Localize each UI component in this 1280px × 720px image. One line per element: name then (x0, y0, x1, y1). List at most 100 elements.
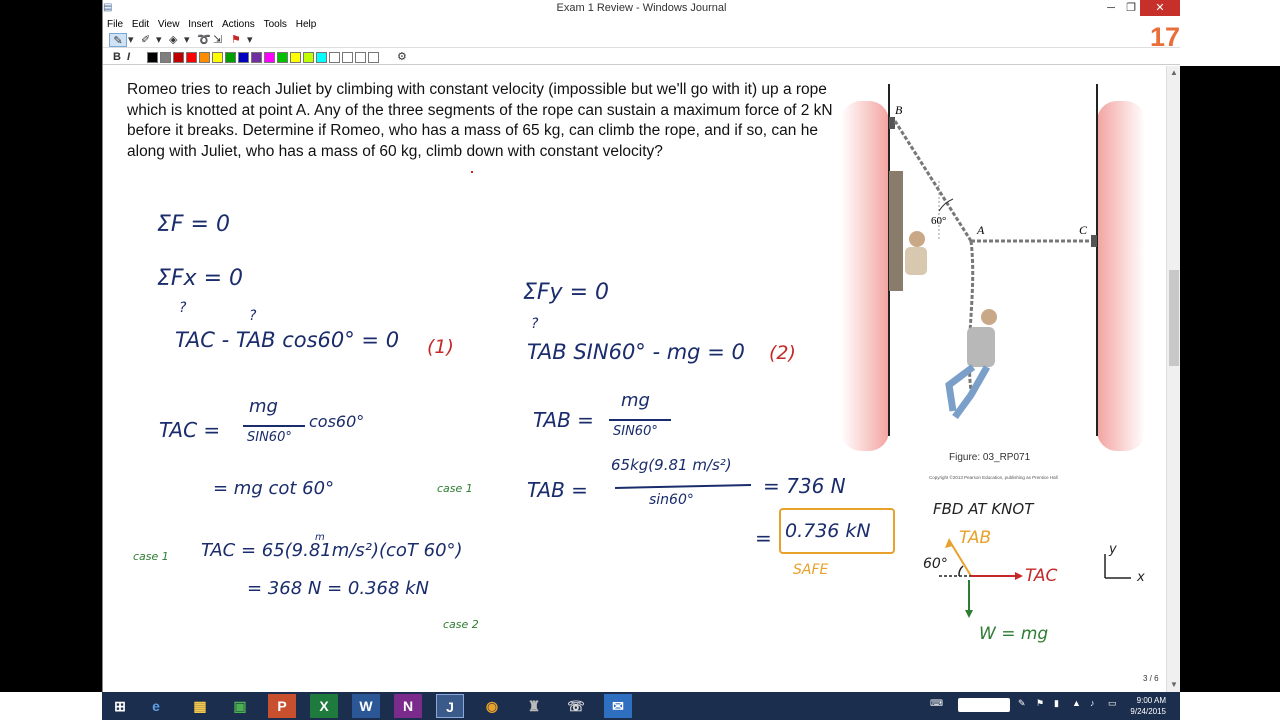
color-swatch[interactable] (290, 52, 301, 63)
pen-settings-icon[interactable]: ⚙ (397, 50, 407, 64)
case-2-label: case 2 (443, 618, 479, 631)
flag-dropdown-icon[interactable]: ▾ (247, 33, 255, 47)
chrome-icon[interactable]: ◉ (478, 694, 506, 718)
fbd-weight-label: W = mg (979, 624, 1049, 644)
pen-tool-icon[interactable]: ✎ (109, 33, 127, 47)
highlighter-tool-icon[interactable]: ✐ (141, 33, 155, 47)
color-swatch[interactable] (355, 52, 366, 63)
menu-help[interactable]: Help (296, 18, 317, 32)
flag-tray-icon[interactable]: ⚑ (1036, 698, 1044, 709)
phone-app-icon[interactable]: ☏ (562, 694, 590, 718)
color-swatch[interactable] (160, 52, 171, 63)
equation-2: TAB SIN60° - mg = 0 (527, 340, 745, 364)
page-number-badge: 17 (1149, 22, 1180, 52)
close-button[interactable]: ✕ (1140, 0, 1180, 16)
color-swatch[interactable] (186, 52, 197, 63)
figure-copyright: Copyright ©2013 Pearson Education, publi… (929, 475, 1058, 480)
powerpoint-icon[interactable]: P (268, 694, 296, 718)
journal-window: ▤ Exam 1 Review - Windows Journal ─ ❐ ✕ … (102, 0, 1180, 692)
color-swatch[interactable] (316, 52, 327, 63)
sum-fx-zero: ΣFx = 0 (157, 266, 243, 291)
color-swatch[interactable] (368, 52, 379, 63)
flag-icon[interactable]: ⚑ (231, 33, 245, 47)
color-swatch[interactable] (251, 52, 262, 63)
file-explorer-icon[interactable]: ▦ (186, 694, 214, 718)
lasso-select-icon[interactable]: ➰ (197, 33, 211, 47)
journal-page[interactable]: Romeo tries to reach Juliet by climbing … (103, 66, 1167, 692)
system-clock[interactable]: 9:00 AM 9/24/2015 (1130, 695, 1166, 717)
fbd-tab-label: TAB (959, 528, 992, 548)
problem-figure: B A C 60° (839, 81, 1159, 496)
maximize-button[interactable]: ❐ (1122, 0, 1140, 16)
case-1-label-right: case 1 (437, 482, 473, 495)
format-toolbar: B I ⚙ (103, 49, 1180, 65)
tab-fraction-bar (609, 419, 671, 421)
network-icon[interactable]: ▲ (1072, 698, 1081, 708)
mail-icon[interactable]: ✉ (604, 694, 632, 718)
start-button-icon[interactable]: ⊞ (106, 694, 134, 718)
taskbar: ⊞ e ▦ ▣ P X W N J ◉ ♜ ☏ ✉ ⌨ ✎ ⚑ ▮ ▲ ♪ ▭ … (102, 692, 1180, 720)
excel-icon[interactable]: X (310, 694, 338, 718)
menu-insert[interactable]: Insert (188, 18, 213, 32)
tab-formula-denominator: SIN60° (613, 424, 658, 439)
word-icon[interactable]: W (352, 694, 380, 718)
windows-journal-icon[interactable]: J (436, 694, 464, 718)
figure-label-b: B (895, 103, 903, 117)
volume-icon[interactable]: ♪ (1090, 698, 1095, 708)
minimize-button[interactable]: ─ (1102, 0, 1120, 16)
eraser-dropdown-icon[interactable]: ▾ (184, 33, 192, 47)
scroll-thumb[interactable] (1169, 270, 1179, 366)
action-center-icon[interactable]: ▭ (1108, 698, 1117, 709)
tac-numeric-result: = 368 N = 0.368 kN (247, 578, 430, 599)
insert-space-icon[interactable]: ⇲ (213, 33, 227, 47)
color-swatch[interactable] (173, 52, 184, 63)
app-icon-9[interactable]: ♜ (520, 694, 548, 718)
pen-tray-icon[interactable]: ✎ (1018, 698, 1026, 709)
onenote-icon[interactable]: N (394, 694, 422, 718)
pen-dropdown-icon[interactable]: ▾ (128, 33, 136, 47)
menu-edit[interactable]: Edit (132, 18, 149, 32)
scroll-down-icon[interactable]: ▼ (1167, 678, 1181, 692)
screen: ▤ Exam 1 Review - Windows Journal ─ ❐ ✕ … (0, 0, 1280, 720)
color-swatch[interactable] (147, 52, 158, 63)
tac-formula-numerator: mg (249, 396, 278, 417)
color-swatch[interactable] (212, 52, 223, 63)
tab-numeric-denominator: sin60° (649, 492, 694, 508)
menu-file[interactable]: File (107, 18, 123, 32)
color-swatch[interactable] (264, 52, 275, 63)
color-swatch[interactable] (329, 52, 340, 63)
color-swatch[interactable] (199, 52, 210, 63)
keyboard-tray-icon[interactable]: ⌨ (930, 698, 943, 709)
menu-tools[interactable]: Tools (264, 18, 287, 32)
color-swatch[interactable] (238, 52, 249, 63)
equation-2-number: (2) (769, 342, 796, 364)
scroll-up-icon[interactable]: ▲ (1167, 66, 1181, 80)
italic-button[interactable]: I (127, 49, 130, 65)
axis-y-label: y (1109, 542, 1117, 557)
highlighter-dropdown-icon[interactable]: ▾ (156, 33, 164, 47)
tab-formula-lhs: TAB = (533, 408, 594, 432)
color-swatch[interactable] (303, 52, 314, 63)
problem-statement: Romeo tries to reach Juliet by climbing … (127, 81, 833, 160)
color-swatch[interactable] (225, 52, 236, 63)
tac-fraction-bar (243, 425, 305, 427)
bold-button[interactable]: B (113, 49, 121, 65)
store-icon[interactable]: ▣ (226, 694, 254, 718)
menu-actions[interactable]: Actions (222, 18, 255, 32)
internet-explorer-icon[interactable]: e (142, 694, 170, 718)
menu-view[interactable]: View (158, 18, 180, 32)
unknown-mark-2: ? (249, 308, 257, 324)
pen-toolbar: ✎ ▾ ✐ ▾ ◈ ▾ ➰ ⇲ ⚑ ▾ (103, 32, 1180, 48)
tab-kn-equals: = (755, 526, 772, 550)
vertical-scrollbar[interactable]: ▲ ▼ (1166, 66, 1180, 692)
tac-numeric-mark: m (315, 532, 325, 543)
tab-numeric-lhs: TAB = (527, 478, 588, 502)
eraser-tool-icon[interactable]: ◈ (169, 33, 183, 47)
sum-fy-zero: ΣFy = 0 (523, 280, 609, 305)
color-swatch[interactable] (277, 52, 288, 63)
fbd-title: FBD AT KNOT (933, 500, 1034, 518)
battery-icon[interactable]: ▮ (1054, 698, 1059, 709)
tray-widget[interactable] (958, 698, 1010, 712)
color-swatch[interactable] (342, 52, 353, 63)
safe-label: SAFE (793, 562, 829, 578)
